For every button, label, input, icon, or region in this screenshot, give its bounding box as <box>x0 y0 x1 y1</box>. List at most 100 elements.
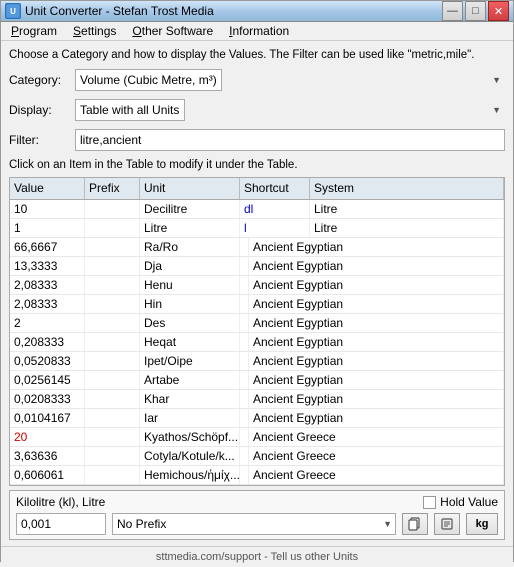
table-row[interactable]: 0,208333 Heqat Ancient Egyptian <box>10 333 504 352</box>
td-system: Ancient Egyptian <box>249 371 504 389</box>
td-shortcut <box>240 409 249 427</box>
filter-label: Filter: <box>9 133 69 147</box>
th-prefix: Prefix <box>85 178 140 199</box>
td-value: 0,0520833 <box>10 352 85 370</box>
table-row[interactable]: 3,63636 Cotyla/Kotule/k... Ancient Greec… <box>10 447 504 466</box>
unit-kg-button[interactable]: kg <box>466 513 498 535</box>
td-system: Ancient Egyptian <box>249 276 504 294</box>
th-system: System <box>310 178 504 199</box>
td-value: 13,3333 <box>10 257 85 275</box>
td-prefix <box>85 409 140 427</box>
menu-information[interactable]: Information <box>221 22 297 40</box>
td-value: 3,63636 <box>10 447 85 465</box>
td-value: 0,0208333 <box>10 390 85 408</box>
table-row[interactable]: 2 Des Ancient Egyptian <box>10 314 504 333</box>
table-row[interactable]: 0,0104167 Iar Ancient Egyptian <box>10 409 504 428</box>
category-label: Category: <box>9 73 69 87</box>
td-unit: Artabe <box>140 371 240 389</box>
td-shortcut <box>240 295 249 313</box>
table-row[interactable]: 0,0208333 Khar Ancient Egyptian <box>10 390 504 409</box>
data-table: Value Prefix Unit Shortcut System 10 Dec… <box>9 177 505 486</box>
bottom-row1: Kilolitre (kl), Litre Hold Value <box>16 495 498 509</box>
footer: sttmedia.com/support - Tell us other Uni… <box>1 546 513 567</box>
td-system: Ancient Egyptian <box>249 314 504 332</box>
table-row[interactable]: 13,3333 Dja Ancient Egyptian <box>10 257 504 276</box>
td-prefix <box>85 314 140 332</box>
td-value: 10 <box>10 200 85 218</box>
td-system: Ancient Egyptian <box>249 333 504 351</box>
menu-program[interactable]: Program <box>3 22 65 40</box>
footer-text: sttmedia.com/support - Tell us other Uni… <box>156 551 358 563</box>
td-prefix <box>85 219 140 237</box>
td-system: Ancient Egyptian <box>249 257 504 275</box>
td-system: Ancient Greece <box>249 466 504 484</box>
bottom-row2: No Prefix kg <box>16 513 498 535</box>
table-row[interactable]: 0,606061 Hemichous/ἡμίχ... Ancient Greec… <box>10 466 504 485</box>
display-row: Display: Table with all Units <box>9 99 505 121</box>
minimize-button[interactable]: — <box>442 1 463 21</box>
td-unit: Ra/Ro <box>140 238 240 256</box>
category-select-wrapper: Volume (Cubic Metre, m³) <box>75 69 505 91</box>
table-row[interactable]: 20 Kyathos/Schöpf... Ancient Greece <box>10 428 504 447</box>
paste-button[interactable] <box>434 513 460 535</box>
td-system: Ancient Greece <box>249 428 504 446</box>
hold-value-label: Hold Value <box>440 495 498 509</box>
td-prefix <box>85 200 140 218</box>
window-controls: — □ ✕ <box>442 1 509 21</box>
td-system: Ancient Egyptian <box>249 352 504 370</box>
close-button[interactable]: ✕ <box>488 1 509 21</box>
table-row[interactable]: 2,08333 Hin Ancient Egyptian <box>10 295 504 314</box>
td-value: 0,606061 <box>10 466 85 484</box>
table-row[interactable]: 66,6667 Ra/Ro Ancient Egyptian <box>10 238 504 257</box>
app-icon: U <box>5 3 21 19</box>
hold-value-checkbox[interactable] <box>423 496 436 509</box>
td-shortcut <box>240 314 249 332</box>
copy-button[interactable] <box>402 513 428 535</box>
td-value: 2 <box>10 314 85 332</box>
td-prefix <box>85 428 140 446</box>
prefix-select[interactable]: No Prefix <box>112 513 396 535</box>
table-row[interactable]: 1 Litre l Litre <box>10 219 504 238</box>
prefix-select-wrapper: No Prefix <box>112 513 396 535</box>
td-unit: Des <box>140 314 240 332</box>
bottom-section: Kilolitre (kl), Litre Hold Value No Pref… <box>9 490 505 540</box>
filter-input[interactable] <box>75 129 505 151</box>
td-prefix <box>85 238 140 256</box>
table-body[interactable]: 10 Decilitre dl Litre 1 Litre l Litre 66… <box>10 200 504 485</box>
menu-bar: Program Settings Other Software Informat… <box>1 22 513 41</box>
table-row[interactable]: 0,0520833 Ipet/Oipe Ancient Egyptian <box>10 352 504 371</box>
menu-settings[interactable]: Settings <box>65 22 124 40</box>
menu-other-software[interactable]: Other Software <box>124 22 221 40</box>
td-unit: Hemichous/ἡμίχ... <box>140 466 240 484</box>
td-prefix <box>85 466 140 484</box>
td-prefix <box>85 371 140 389</box>
td-prefix <box>85 390 140 408</box>
category-select[interactable]: Volume (Cubic Metre, m³) <box>75 69 222 91</box>
td-shortcut <box>240 466 249 484</box>
td-value: 0,0256145 <box>10 371 85 389</box>
main-content: Choose a Category and how to display the… <box>1 41 513 546</box>
td-system: Ancient Egyptian <box>249 295 504 313</box>
td-shortcut <box>240 390 249 408</box>
value-input[interactable] <box>16 513 106 535</box>
td-prefix <box>85 276 140 294</box>
table-header: Value Prefix Unit Shortcut System <box>10 178 504 200</box>
table-row[interactable]: 2,08333 Henu Ancient Egyptian <box>10 276 504 295</box>
th-value: Value <box>10 178 85 199</box>
td-shortcut <box>240 447 249 465</box>
table-row[interactable]: 10 Decilitre dl Litre <box>10 200 504 219</box>
display-select-wrapper: Table with all Units <box>75 99 505 121</box>
td-system: Litre <box>310 200 504 218</box>
td-value: 20 <box>10 428 85 446</box>
td-value: 0,208333 <box>10 333 85 351</box>
td-prefix <box>85 333 140 351</box>
svg-text:U: U <box>10 7 16 16</box>
display-select[interactable]: Table with all Units <box>75 99 185 121</box>
td-shortcut <box>240 333 249 351</box>
hold-value-row: Hold Value <box>423 495 498 509</box>
td-prefix <box>85 447 140 465</box>
maximize-button[interactable]: □ <box>465 1 486 21</box>
td-shortcut <box>240 257 249 275</box>
td-system: Ancient Greece <box>249 447 504 465</box>
table-row[interactable]: 0,0256145 Artabe Ancient Egyptian <box>10 371 504 390</box>
